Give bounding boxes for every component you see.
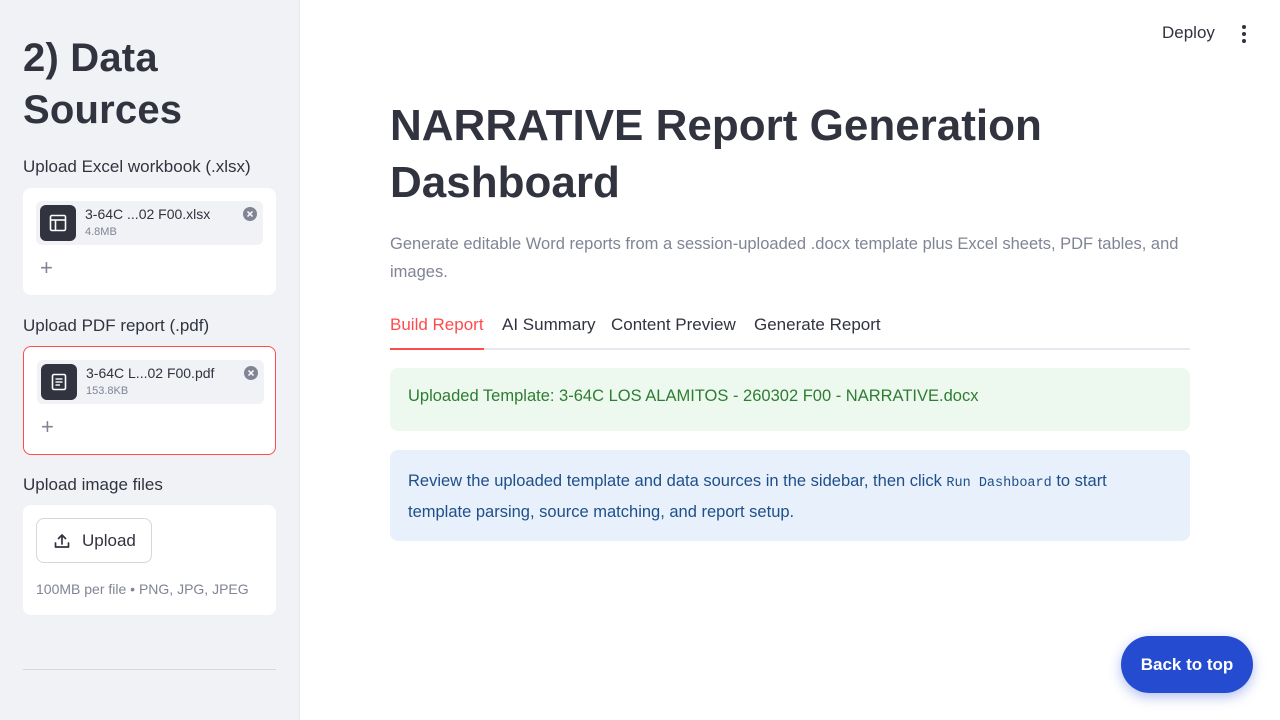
page-title: NARRATIVE Report Generation Dashboard [390, 101, 1042, 207]
deploy-button[interactable]: Deploy [1162, 23, 1215, 43]
tab-ai-summary[interactable]: AI Summary [502, 313, 596, 350]
excel-file-name: 3-64C ...02 F00.xlsx [85, 206, 211, 222]
tab-bar: Build Report AI Summary Content Preview … [390, 313, 1190, 350]
images-uploader: Upload 100MB per file • PNG, JPG, JPEG [23, 505, 276, 615]
add-file-icon[interactable]: + [41, 416, 54, 438]
remove-file-icon[interactable] [243, 207, 257, 221]
success-alert: Uploaded Template: 3-64C LOS ALAMITOS - … [390, 368, 1190, 431]
excel-file-size: 4.8MB [85, 226, 117, 238]
page-caption: Generate editable Word reports from a se… [390, 235, 1179, 281]
excel-upload-label: Upload Excel workbook (.xlsx) [23, 157, 251, 176]
sidebar-divider [23, 669, 276, 670]
images-upload-label: Upload image files [23, 475, 163, 494]
pdf-file-name: 3-64C L...02 F00.pdf [86, 365, 215, 381]
more-options-icon[interactable] [1236, 22, 1252, 46]
back-to-top-button[interactable]: Back to top [1121, 636, 1253, 693]
spreadsheet-icon [40, 205, 76, 241]
upload-button-label: Upload [82, 530, 136, 550]
document-icon [41, 364, 77, 400]
remove-file-icon[interactable] [244, 366, 258, 380]
excel-uploader[interactable]: 3-64C ...02 F00.xlsx 4.8MB + [23, 188, 276, 295]
tab-build-report[interactable]: Build Report [390, 313, 484, 350]
excel-file-chip: 3-64C ...02 F00.xlsx 4.8MB [36, 201, 263, 245]
success-message: Uploaded Template: 3-64C LOS ALAMITOS - … [408, 387, 979, 405]
pdf-file-size: 153.8KB [86, 385, 129, 397]
upload-button[interactable]: Upload [36, 518, 152, 563]
info-alert: Review the uploaded template and data so… [390, 450, 1190, 541]
add-file-icon[interactable]: + [40, 257, 53, 279]
tab-generate-report[interactable]: Generate Report [754, 313, 881, 350]
upload-hint: 100MB per file • PNG, JPG, JPEG [36, 581, 249, 597]
pdf-upload-label: Upload PDF report (.pdf) [23, 316, 210, 335]
upload-icon [54, 533, 70, 548]
pdf-file-chip: 3-64C L...02 F00.pdf 153.8KB [37, 360, 264, 404]
pdf-uploader[interactable]: 3-64C L...02 F00.pdf 153.8KB + [23, 346, 276, 455]
sidebar-title: 2) Data Sources [23, 36, 183, 132]
sidebar: 2) Data Sources Upload Excel workbook (.… [0, 0, 300, 720]
info-message-code: Run Dashboard [946, 476, 1052, 491]
tab-content-preview[interactable]: Content Preview [611, 313, 736, 350]
info-message-before: Review the uploaded template and data so… [408, 472, 947, 490]
